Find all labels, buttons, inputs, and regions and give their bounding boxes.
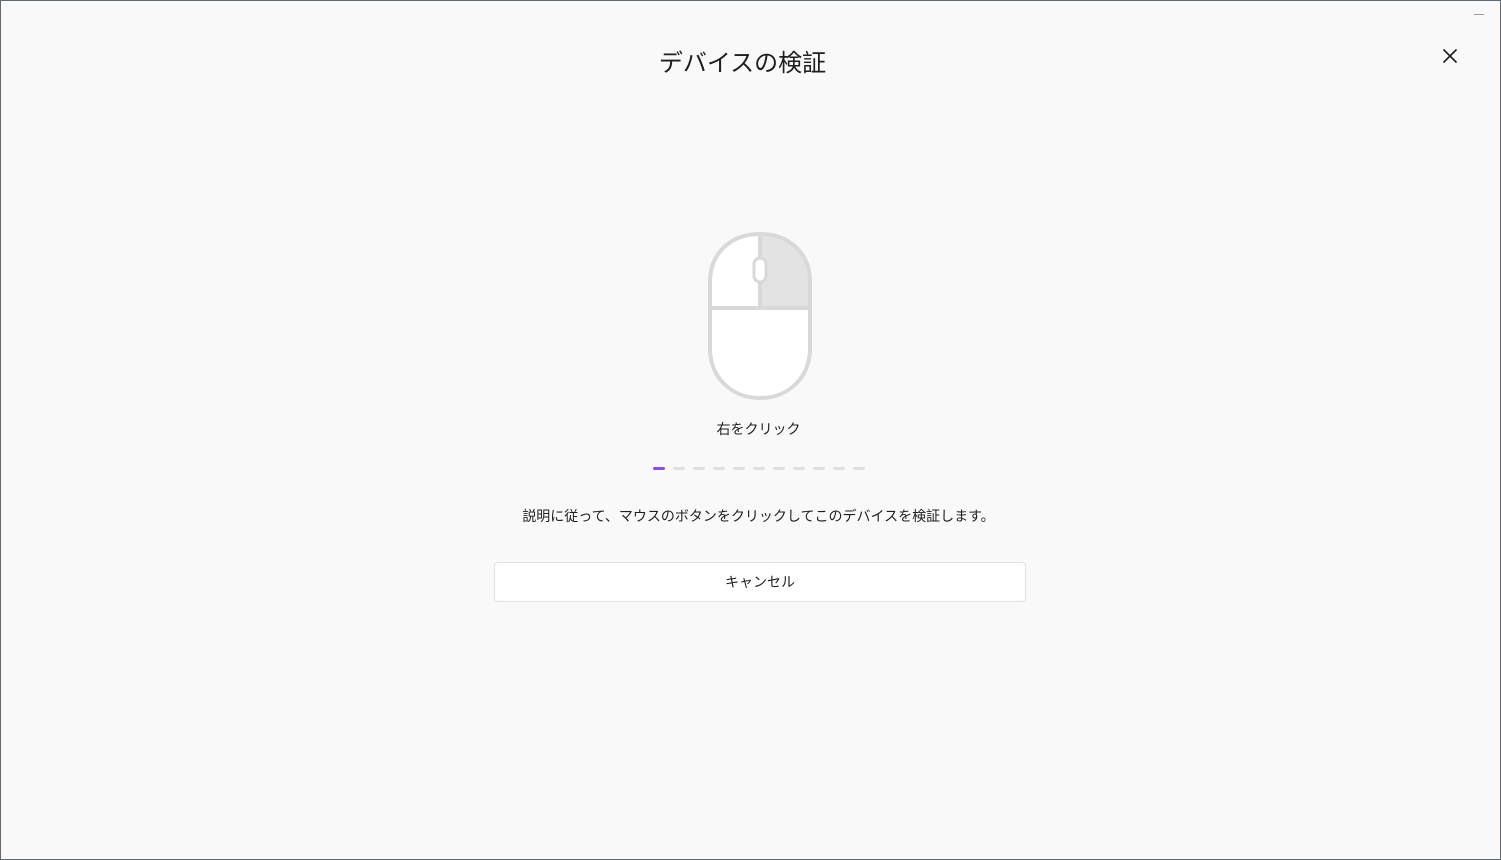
mouse-icon <box>708 231 812 401</box>
instruction-caption: 右をクリック <box>716 422 801 438</box>
mouse-scroll-wheel <box>752 256 768 284</box>
close-icon <box>1442 48 1458 64</box>
mouse-illustration <box>706 230 814 402</box>
instruction-description: 説明に従って、マウスのボタンをクリックしてこのデバイスを検証します。 <box>522 509 995 525</box>
progress-step <box>653 467 665 470</box>
progress-step <box>753 467 765 470</box>
close-button[interactable] <box>1435 41 1465 71</box>
progress-step <box>733 467 745 470</box>
dialog-title: デバイスの検証 <box>658 49 827 77</box>
progress-step <box>833 467 845 470</box>
progress-step <box>813 467 825 470</box>
progress-step <box>793 467 805 470</box>
verification-dialog: デバイスの検証 右をクリック 説明に従って、マウスのボタンをクリックしてこのデバ… <box>0 0 1501 860</box>
progress-step <box>673 467 685 470</box>
step-progress <box>653 467 865 470</box>
progress-step <box>853 467 865 470</box>
progress-step <box>713 467 725 470</box>
minimize-icon[interactable] <box>1474 7 1484 19</box>
progress-step <box>693 467 705 470</box>
progress-step <box>773 467 785 470</box>
cancel-button[interactable]: キャンセル <box>494 562 1026 602</box>
